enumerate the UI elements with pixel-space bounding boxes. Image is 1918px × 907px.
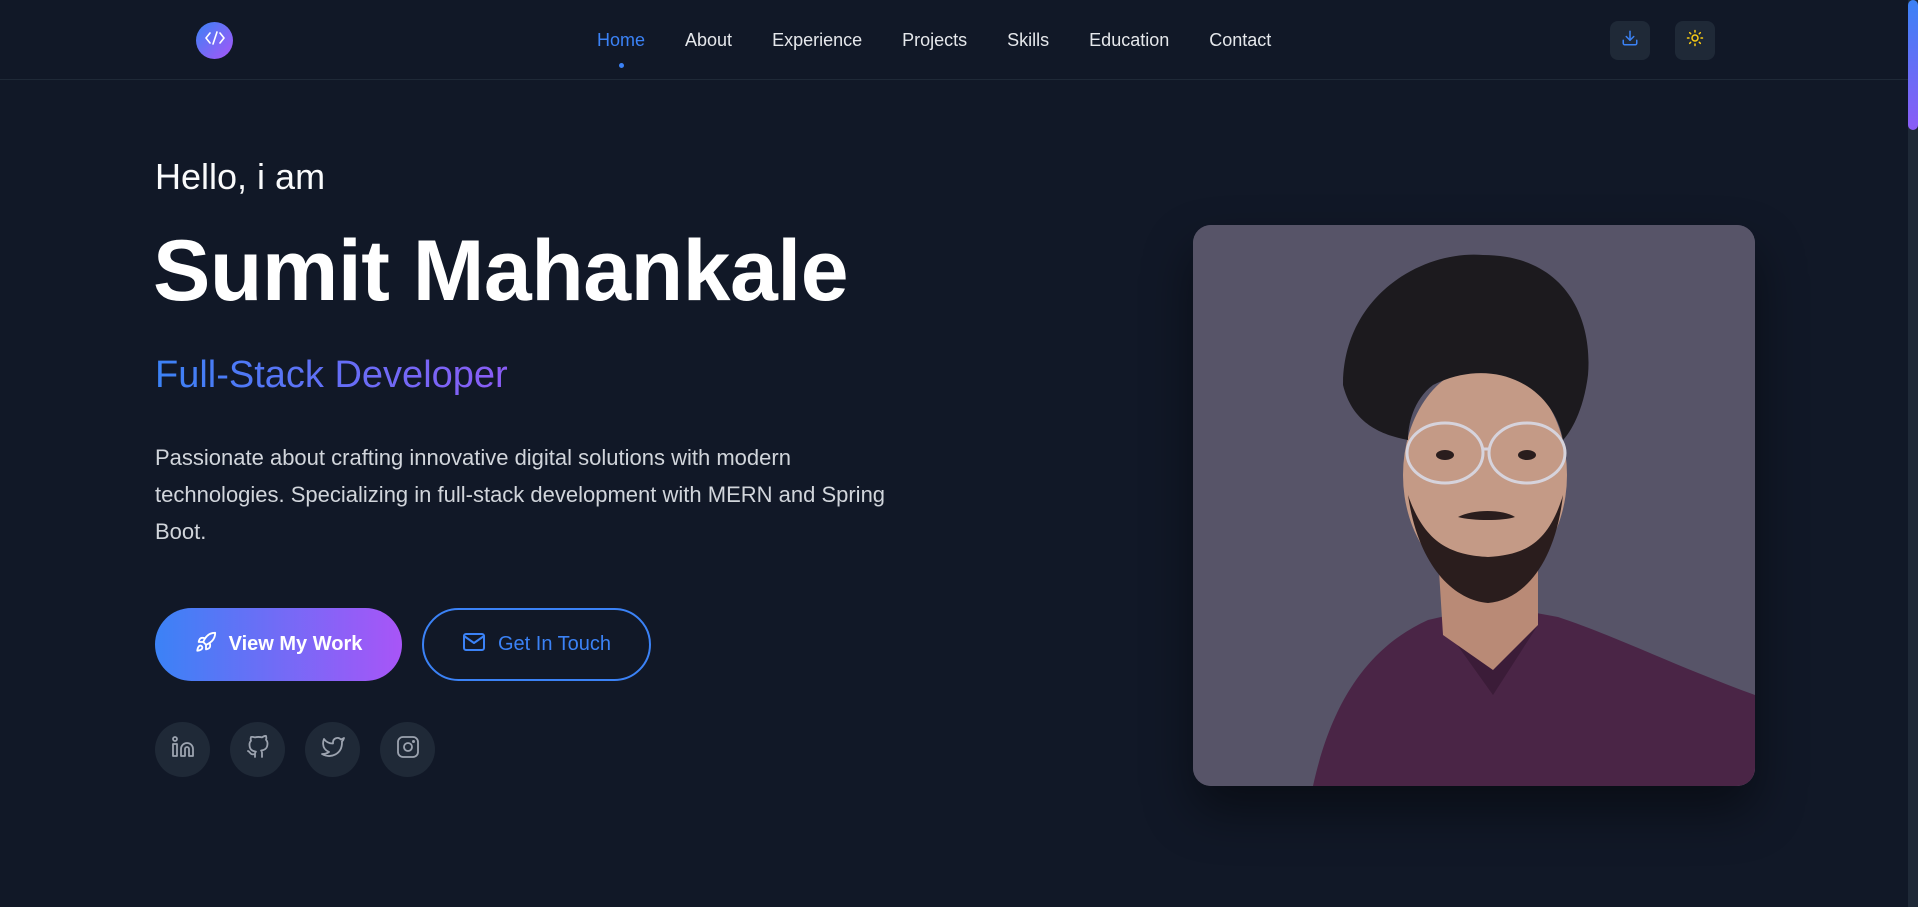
nav-link-contact[interactable]: Contact — [1209, 30, 1271, 51]
download-resume-button[interactable] — [1610, 21, 1650, 60]
nav-links: Home About Experience Projects Skills Ed… — [597, 0, 1271, 80]
nav-link-projects[interactable]: Projects — [902, 30, 967, 51]
github-link[interactable] — [230, 722, 285, 777]
linkedin-link[interactable] — [155, 722, 210, 777]
linkedin-icon — [171, 735, 195, 764]
code-icon — [204, 30, 225, 51]
get-in-touch-button[interactable]: Get In Touch — [422, 608, 651, 681]
hero-greeting: Hello, i am — [155, 156, 326, 197]
nav-link-about[interactable]: About — [685, 30, 732, 51]
mail-icon — [462, 632, 486, 658]
sun-icon — [1686, 29, 1704, 52]
hero-name: Sumit Mahankale — [153, 223, 849, 319]
instagram-icon — [396, 735, 420, 764]
nav-link-home[interactable]: Home — [597, 30, 645, 68]
github-icon — [246, 734, 270, 764]
logo[interactable] — [196, 22, 233, 59]
hero-description: Passionate about crafting innovative dig… — [155, 445, 886, 544]
scrollbar-thumb[interactable] — [1908, 0, 1918, 130]
get-in-touch-label: Get In Touch — [497, 633, 612, 655]
social-links — [155, 722, 435, 777]
nav-link-experience[interactable]: Experience — [772, 30, 862, 51]
scrollbar[interactable] — [1908, 0, 1918, 907]
theme-toggle-button[interactable] — [1675, 21, 1715, 60]
instagram-link[interactable] — [380, 722, 435, 777]
portrait-illustration — [1193, 225, 1755, 786]
hero-role: Full-Stack Developer — [155, 354, 508, 396]
view-my-work-button[interactable]: View My Work — [155, 608, 402, 681]
rocket-icon — [195, 631, 217, 659]
download-icon — [1621, 29, 1639, 52]
view-my-work-label: View My Work — [228, 633, 363, 655]
profile-photo — [1193, 225, 1755, 786]
nav-link-skills[interactable]: Skills — [1007, 30, 1049, 51]
twitter-icon — [320, 735, 345, 764]
twitter-link[interactable] — [305, 722, 360, 777]
navbar: Home About Experience Projects Skills Ed… — [0, 0, 1908, 80]
nav-link-education[interactable]: Education — [1089, 30, 1169, 51]
